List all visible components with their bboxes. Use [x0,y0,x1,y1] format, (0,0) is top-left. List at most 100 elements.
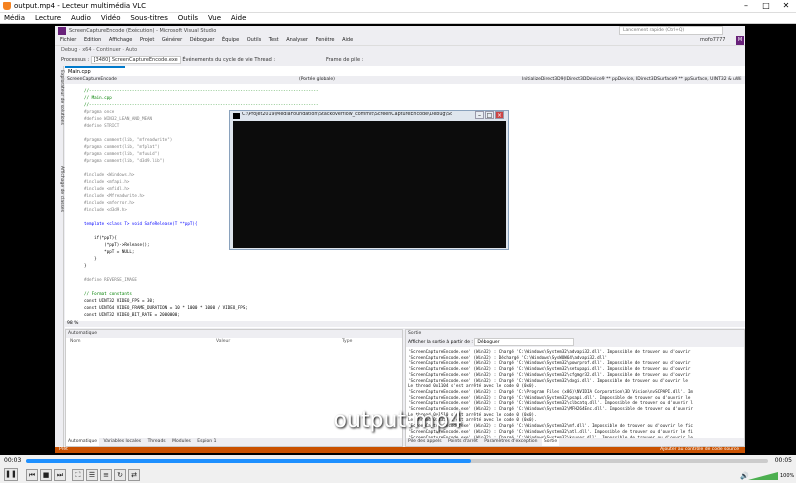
col-type[interactable]: Type [342,338,352,345]
seek-bar[interactable] [26,459,768,463]
code-line: if(*ppT){ [84,235,117,240]
menu-audio[interactable]: Audio [67,13,95,24]
console-title: C:\Projet2019\MediaFoundation\Stackoverf… [242,112,452,117]
menu-media[interactable]: Média [0,13,29,24]
autos-tab-strip: Automatique Variables locales Threads Mo… [66,438,402,446]
vlc-cone-icon [3,2,11,10]
code-line: (*ppT)->Release(); [84,242,150,247]
code-line: #pragma comment(lib, "mfuuid") [84,151,160,156]
vs-user-badge[interactable]: M [736,36,744,45]
side-tab-solution-explorer[interactable]: Explorateur de solutions [55,70,64,125]
vs-menu-test[interactable]: Test [266,37,282,43]
code-line: #pragma once [84,109,115,114]
nav-project-select[interactable]: ScreenCaptureEncode [67,76,117,84]
extended-icon[interactable]: ☰ [86,469,98,481]
tab-main-cpp[interactable]: Main.cpp [65,66,125,75]
tab-locals[interactable]: Variables locales [102,438,144,446]
status-ready: Prêt [59,447,68,452]
col-name[interactable]: Nom [70,338,81,345]
console-icon [233,113,240,119]
code-line: #define REVERSE_IMAGE [84,277,137,282]
vs-menu-team[interactable]: Équipe [219,37,242,43]
vs-menu-file[interactable]: Fichier [57,37,79,43]
volume-slider[interactable] [748,472,778,480]
vs-status-bar: Prêt Ajouter au contrôle de code source [55,447,745,453]
menu-view[interactable]: Vue [204,13,225,24]
code-line: // Main.cpp [84,95,112,100]
output-source-bar: Afficher la sortie à partir de : Débogue… [406,338,744,347]
seek-progress [26,459,472,463]
play-icon[interactable]: ❚❚ [4,468,18,481]
tab-output[interactable]: Sortie [541,438,560,446]
menu-subtitles[interactable]: Sous-titres [126,13,171,24]
menu-lecture[interactable]: Lecture [31,13,65,24]
vs-menu-build[interactable]: Générer [159,37,185,43]
close-icon[interactable]: ✕ [776,0,796,13]
tab-call-stack[interactable]: Pile des appels [406,438,444,446]
vs-menu-bar: Fichier Edition Affichage Projet Générer… [55,36,745,45]
vs-menu-window[interactable]: Fenêtre [313,37,338,43]
console-maximize-icon[interactable]: □ [485,111,494,119]
code-line: const UINT64 VIDEO_FRAME_DURATION = 10 *… [84,305,248,310]
col-value[interactable]: Valeur [216,338,230,345]
process-select[interactable]: [3480] ScreenCaptureEncode.exe [90,56,181,64]
video-caption: output.mp4 [333,408,463,433]
console-close-icon[interactable]: × [495,111,504,119]
vs-menu-help[interactable]: Aide [339,37,356,43]
source-control-button[interactable]: Ajouter au contrôle de code source [660,447,739,453]
vs-menu-project[interactable]: Projet [137,37,157,43]
loop-icon[interactable]: ↻ [114,469,126,481]
events-label[interactable]: Événements du cycle de vie [182,57,252,63]
vs-menu-edit[interactable]: Edition [81,37,104,43]
playlist-icon[interactable]: ≡ [100,469,112,481]
code-line: #define STRICT [84,123,120,128]
code-line: #include <d3d9.h> [84,207,127,212]
output-title: Sortie [406,330,744,338]
code-line: } [84,263,87,268]
time-total: 00:05 [774,457,792,464]
vs-debug-location-bar: Processus : [3480] ScreenCaptureEncode.e… [55,55,745,65]
vlc-controls: 00:03 00:05 ❚❚ ⏮ ■ ⏭ ⛶ ☰ ≡ ↻ ⇄ 🔊 100% [0,455,796,483]
menu-help[interactable]: Aide [227,13,250,24]
code-line: const UINT32 VIDEO_FPS = 30; [84,298,155,303]
quick-launch-input[interactable]: Lancement rapide (Ctrl+Q) [619,26,723,35]
console-minimize-icon[interactable]: – [475,111,484,119]
zoom-level[interactable]: 98 % [65,321,745,327]
vs-side-tabs: Explorateur de solutions Affichage de cl… [55,66,64,453]
output-source-label: Afficher la sortie à partir de : [408,340,473,345]
vs-user-name[interactable]: mofo7777 [700,37,725,43]
stop-icon[interactable]: ■ [40,469,52,481]
vlc-window-title: output.mp4 - Lecteur multimédia VLC [14,2,147,10]
code-line: // Format constants [84,291,132,296]
code-line: *ppT = NULL; [84,249,135,254]
random-icon[interactable]: ⇄ [128,469,140,481]
tab-threads[interactable]: Threads [146,438,168,446]
minimize-icon[interactable]: – [736,0,756,13]
nav-member-select[interactable]: InitializeDirect3D9(IDirect3DDevice9 ** … [522,76,741,84]
vs-menu-debug[interactable]: Déboguer [187,37,218,43]
tab-watch1[interactable]: Espion 1 [195,438,218,446]
nav-scope-select[interactable]: (Portée globale) [299,76,335,84]
prev-icon[interactable]: ⏮ [26,469,38,481]
fullscreen-icon[interactable]: ⛶ [72,469,84,481]
tab-exception-settings[interactable]: Paramètres d'exception [482,438,539,446]
code-line: #include <mfidl.h> [84,186,130,191]
tab-autos[interactable]: Automatique [66,438,100,446]
tab-modules[interactable]: Modules [170,438,193,446]
vs-menu-tools[interactable]: Outils [244,37,264,43]
code-line: //--------------------------------------… [84,88,319,93]
next-icon[interactable]: ⏭ [54,469,66,481]
maximize-icon[interactable]: □ [756,0,776,13]
console-window[interactable]: C:\Projet2019\MediaFoundation\Stackoverf… [229,110,509,250]
output-source-select[interactable]: Déboguer [474,338,575,346]
console-body[interactable] [233,121,506,248]
vs-menu-analyze[interactable]: Analyser [283,37,311,43]
menu-tools[interactable]: Outils [174,13,202,24]
thread-label: Thread : [254,57,276,63]
tab-breakpoints[interactable]: Points d'arrêt [446,438,480,446]
vs-toolbar[interactable]: Debug · x64 · Continuer · Auto [55,45,745,55]
menu-video[interactable]: Vidéo [97,13,125,24]
side-tab-class-view[interactable]: Affichage de classes [55,166,64,212]
vs-menu-view[interactable]: Affichage [106,37,136,43]
code-line: #include <mfapi.h> [84,179,130,184]
